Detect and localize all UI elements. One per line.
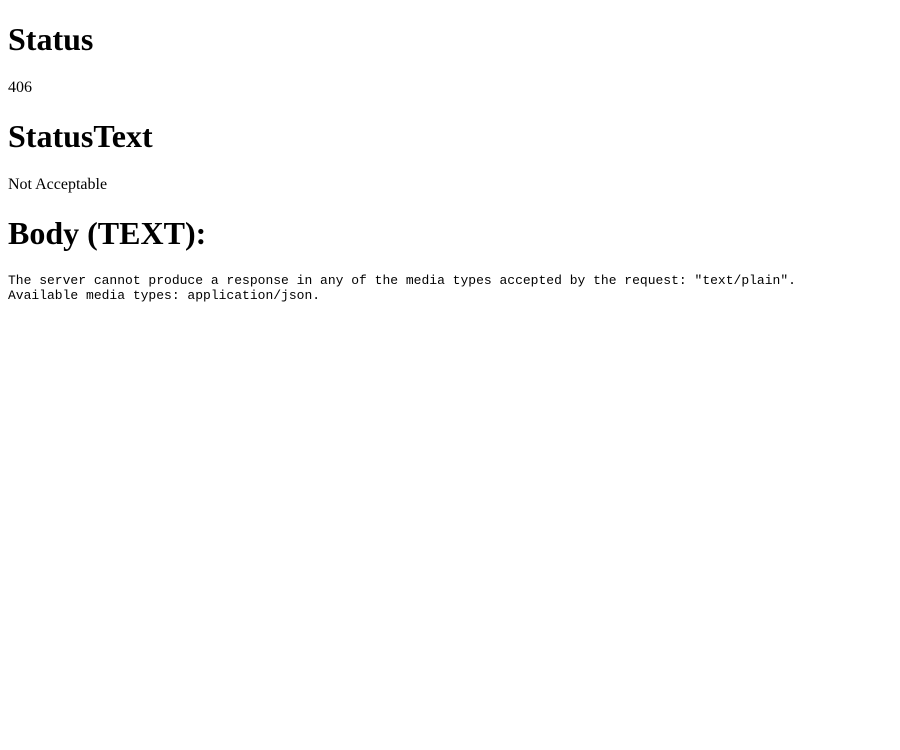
status-value: 406 [8,79,32,96]
body-content: The server cannot produce a response in … [8,273,796,303]
status-heading: Status [8,21,94,57]
body-heading: Body (TEXT): [8,215,207,251]
status-text-value: Not Acceptable [8,176,108,193]
status-text-heading: StatusText [8,118,153,154]
